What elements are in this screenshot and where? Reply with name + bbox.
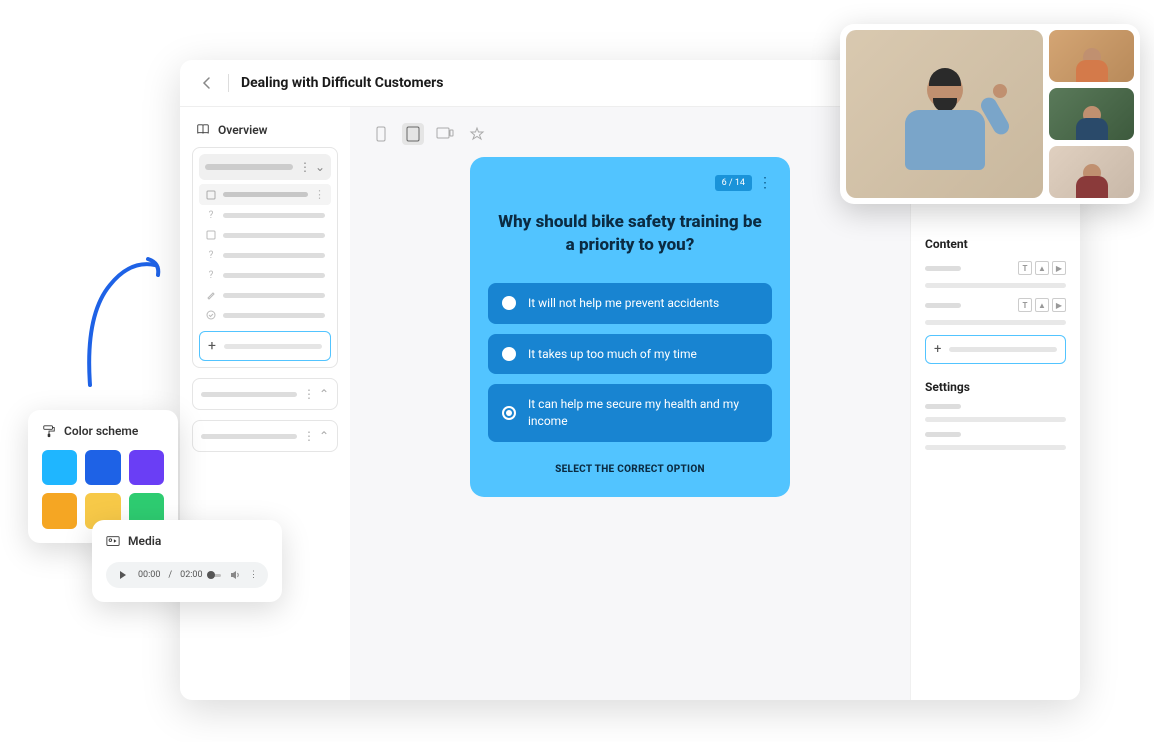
paint-roller-icon xyxy=(42,424,56,438)
radio-icon xyxy=(502,347,516,361)
nav-item[interactable]: ? xyxy=(199,245,331,265)
video-thumbnail[interactable] xyxy=(1049,30,1134,82)
section-menu-icon[interactable]: ⋮ xyxy=(299,160,311,174)
favorite-button[interactable] xyxy=(466,123,488,145)
chevron-down-icon[interactable]: ⌄ xyxy=(315,160,325,174)
book-icon xyxy=(196,123,210,137)
nav-section-expanded: ⋮ ⌄ ⋮ ? ? ? + xyxy=(192,147,338,368)
time-separator: / xyxy=(168,570,172,580)
color-swatch[interactable] xyxy=(42,450,77,485)
video-thumbnail[interactable] xyxy=(1049,88,1134,140)
check-icon xyxy=(205,309,217,321)
content-section: Content T ▲ ▶ T ▲ ▶ xyxy=(925,237,1066,450)
nav-item[interactable]: ? xyxy=(199,265,331,285)
chevron-up-icon[interactable]: ⌃ xyxy=(319,429,329,443)
plus-icon: + xyxy=(934,342,941,357)
device-toolbar xyxy=(370,119,890,157)
question-icon: ? xyxy=(205,269,217,281)
color-swatch[interactable] xyxy=(42,493,77,528)
divider xyxy=(228,74,229,92)
settings-field-row[interactable] xyxy=(925,432,1066,437)
video-icon[interactable]: ▶ xyxy=(1052,298,1066,312)
overview-label: Overview xyxy=(218,123,268,137)
video-icon[interactable]: ▶ xyxy=(1052,261,1066,275)
radio-selected-icon xyxy=(502,406,516,420)
text-icon[interactable]: T xyxy=(1018,261,1032,275)
media-icon xyxy=(106,534,120,548)
nav-section-header[interactable]: ⋮ ⌄ xyxy=(199,154,331,180)
audio-menu-button[interactable]: ⋮ xyxy=(249,570,258,580)
color-swatch[interactable] xyxy=(85,450,120,485)
content-placeholder xyxy=(925,320,1066,325)
audio-duration: 02:00 xyxy=(180,570,202,580)
edit-icon xyxy=(205,289,217,301)
page-title: Dealing with Difficult Customers xyxy=(241,75,443,91)
left-sidebar: Overview ⋮ ⌄ ⋮ ? xyxy=(180,107,350,700)
content-field-row[interactable]: T ▲ ▶ xyxy=(925,298,1066,312)
section-menu-icon[interactable]: ⋮ xyxy=(303,429,315,443)
color-panel-title: Color scheme xyxy=(64,424,138,438)
section-menu-icon[interactable]: ⋮ xyxy=(303,387,315,401)
settings-placeholder xyxy=(925,417,1066,422)
back-button[interactable] xyxy=(198,74,216,92)
nav-section-collapsed[interactable]: ⋮⌃ xyxy=(192,420,338,452)
question-icon: ? xyxy=(205,249,217,261)
content-field-row[interactable]: T ▲ ▶ xyxy=(925,261,1066,275)
text-icon[interactable]: T xyxy=(1018,298,1032,312)
quiz-option[interactable]: It takes up too much of my time xyxy=(488,334,772,375)
image-icon[interactable]: ▲ xyxy=(1035,261,1049,275)
nav-item[interactable]: ? xyxy=(199,205,331,225)
chevron-up-icon[interactable]: ⌃ xyxy=(319,387,329,401)
image-icon[interactable]: ▲ xyxy=(1035,298,1049,312)
color-grid xyxy=(42,450,164,529)
plus-icon: + xyxy=(208,338,216,354)
video-main-participant[interactable] xyxy=(846,30,1043,198)
device-tablet-button[interactable] xyxy=(402,123,424,145)
nav-section-collapsed[interactable]: ⋮⌃ xyxy=(192,378,338,410)
content-title: Content xyxy=(925,237,1066,251)
question-icon: ? xyxy=(205,209,217,221)
color-swatch[interactable] xyxy=(129,450,164,485)
content-placeholder xyxy=(925,283,1066,288)
video-thumbnail[interactable] xyxy=(1049,146,1134,198)
card-menu-button[interactable]: ⋮ xyxy=(758,175,772,191)
nav-item[interactable] xyxy=(199,305,331,325)
option-text: It will not help me prevent accidents xyxy=(528,295,719,312)
audio-seek-track[interactable] xyxy=(211,574,221,577)
nav-item[interactable] xyxy=(199,225,331,245)
volume-icon[interactable] xyxy=(229,569,241,581)
doc-icon xyxy=(205,229,217,241)
device-mobile-portrait-button[interactable] xyxy=(370,123,392,145)
decorative-arrow xyxy=(70,255,170,405)
media-panel: Media 00:00 / 02:00 ⋮ xyxy=(92,520,282,602)
doc-icon xyxy=(205,189,217,201)
audio-current-time: 00:00 xyxy=(138,570,160,580)
audio-player[interactable]: 00:00 / 02:00 ⋮ xyxy=(106,562,268,588)
canvas-area: 6 / 14 ⋮ Why should bike safety training… xyxy=(350,107,910,700)
quiz-cta: SELECT THE CORRECT OPTION xyxy=(488,464,772,475)
option-text: It can help me secure my health and my i… xyxy=(528,396,758,430)
settings-placeholder xyxy=(925,445,1066,450)
device-desktop-button[interactable] xyxy=(434,123,456,145)
media-panel-title: Media xyxy=(128,534,161,548)
option-text: It takes up too much of my time xyxy=(528,346,697,363)
add-item-button[interactable]: + xyxy=(199,331,331,361)
radio-icon xyxy=(502,296,516,310)
add-content-button[interactable]: + xyxy=(925,335,1066,364)
overview-header[interactable]: Overview xyxy=(192,117,338,147)
nav-item[interactable]: ⋮ xyxy=(199,184,331,205)
settings-field-row[interactable] xyxy=(925,404,1066,409)
nav-item[interactable] xyxy=(199,285,331,305)
settings-title: Settings xyxy=(925,380,1066,394)
quiz-question: Why should bike safety training be a pri… xyxy=(488,211,772,257)
page-indicator-badge: 6 / 14 xyxy=(715,175,752,191)
quiz-option[interactable]: It will not help me prevent accidents xyxy=(488,283,772,324)
item-menu-icon[interactable]: ⋮ xyxy=(314,188,325,201)
play-button[interactable] xyxy=(116,568,130,582)
quiz-option[interactable]: It can help me secure my health and my i… xyxy=(488,384,772,442)
quiz-card: 6 / 14 ⋮ Why should bike safety training… xyxy=(470,157,790,497)
video-conference-panel[interactable] xyxy=(840,24,1140,204)
